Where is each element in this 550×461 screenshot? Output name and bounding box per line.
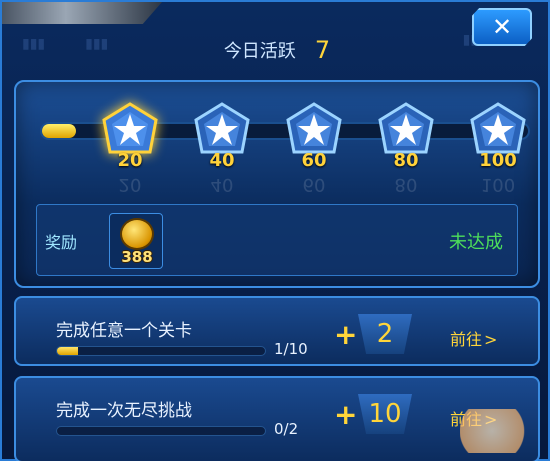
site-watermark: [460, 409, 540, 453]
task-progress-fill: [57, 347, 78, 355]
milestone-reflection: 60: [302, 174, 326, 195]
milestone-reflection: 20: [118, 174, 142, 195]
milestone-reflection: 40: [210, 174, 234, 195]
task-reward-value: 10: [368, 399, 402, 429]
task-reward-value: 2: [376, 319, 394, 349]
plus-sign: +: [334, 318, 358, 351]
task-progress-text: 1/10: [274, 340, 308, 358]
task-progress-bar: [56, 346, 266, 356]
close-icon: ✕: [491, 13, 513, 41]
reward-status: 未达成: [449, 232, 503, 253]
milestone-value: 20: [117, 150, 143, 171]
daily-activity-label: 今日活跃: [223, 41, 296, 62]
activity-progress-fill: [42, 124, 77, 138]
corner-decoration: [2, 2, 162, 24]
milestone-reflection: 100: [480, 174, 516, 195]
milestone-reflection: 80: [394, 174, 418, 195]
task-title: 完成一次无尽挑战: [56, 401, 192, 421]
task-reward-badge: 10: [358, 394, 412, 434]
task-title: 完成任意一个关卡: [56, 321, 192, 341]
milestone-chest[interactable]: 60: [282, 100, 346, 182]
activity-dialog: ▮▮▮ ▮▮▮ ▮▮ 今日活跃 7 ✕ 20 20 40 40 60 60 80 80 100 1…: [0, 0, 550, 461]
close-button[interactable]: ✕: [472, 8, 532, 46]
task-progress-bar: [56, 426, 266, 436]
milestone-value: 100: [479, 150, 517, 171]
gold-coin-reward[interactable]: 388: [109, 213, 163, 269]
milestone-chest[interactable]: 40: [190, 100, 254, 182]
goto-button[interactable]: 前往>: [450, 326, 497, 350]
milestone-value: 60: [301, 150, 327, 171]
milestone-value: 80: [393, 150, 419, 171]
activity-header: 今日活跃 7: [2, 36, 550, 76]
task-reward-badge: 2: [358, 314, 412, 354]
reward-label: 奖励: [45, 233, 78, 252]
reward-count: 388: [121, 248, 153, 266]
activity-progress-panel: 20 20 40 40 60 60 80 80 100 100 奖励 388 未达成: [14, 80, 540, 288]
daily-activity-value: 7: [314, 36, 331, 64]
gold-coin-icon: [120, 218, 154, 250]
milestone-chest[interactable]: 80: [374, 100, 438, 182]
milestone-value: 40: [209, 150, 235, 171]
reward-row: 奖励 388 未达成: [36, 204, 518, 276]
chevron-right-icon: >: [484, 330, 498, 349]
task-progress-text: 0/2: [274, 420, 299, 438]
milestone-chest[interactable]: 20: [98, 100, 162, 182]
milestone-chest[interactable]: 100: [466, 100, 530, 182]
plus-sign: +: [334, 398, 358, 431]
goto-label: 前往: [450, 330, 483, 349]
task-row: 完成任意一个关卡 1/10 + 2 前往 >: [14, 296, 540, 366]
